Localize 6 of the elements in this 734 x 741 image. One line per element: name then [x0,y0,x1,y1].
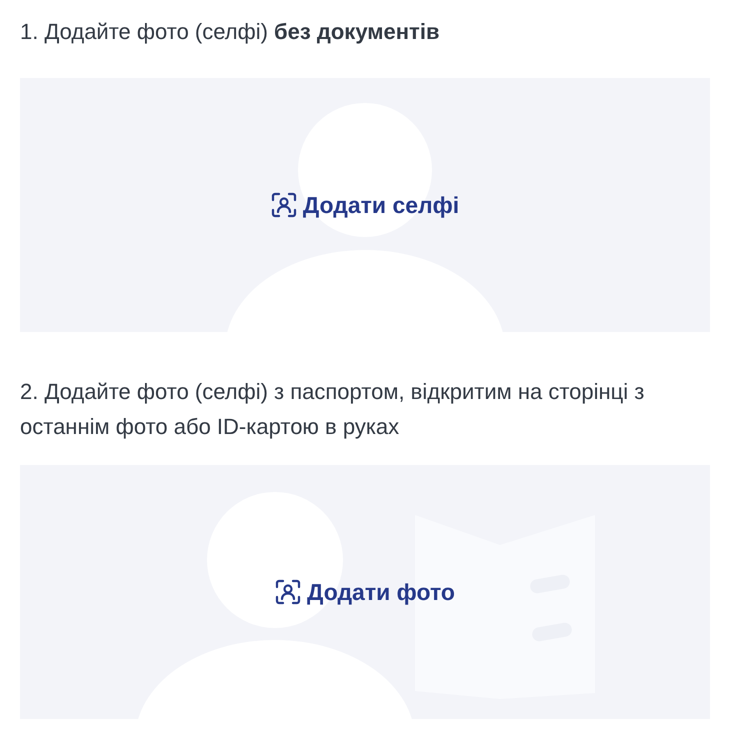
instruction-text: 1. Додайте фото (селфі) без документів [20,18,440,46]
selfie-frame-icon [275,579,302,605]
selfie-frame-icon [270,192,297,218]
add-photo-button[interactable]: Додати фото [275,574,455,610]
add-photo-button[interactable]: Додати селфі [270,188,460,222]
instruction-text: 2. Додайте фото (селфі) з паспортом, відкритим на сторінці з останнім фото або ID-картою в руках [20,378,646,441]
